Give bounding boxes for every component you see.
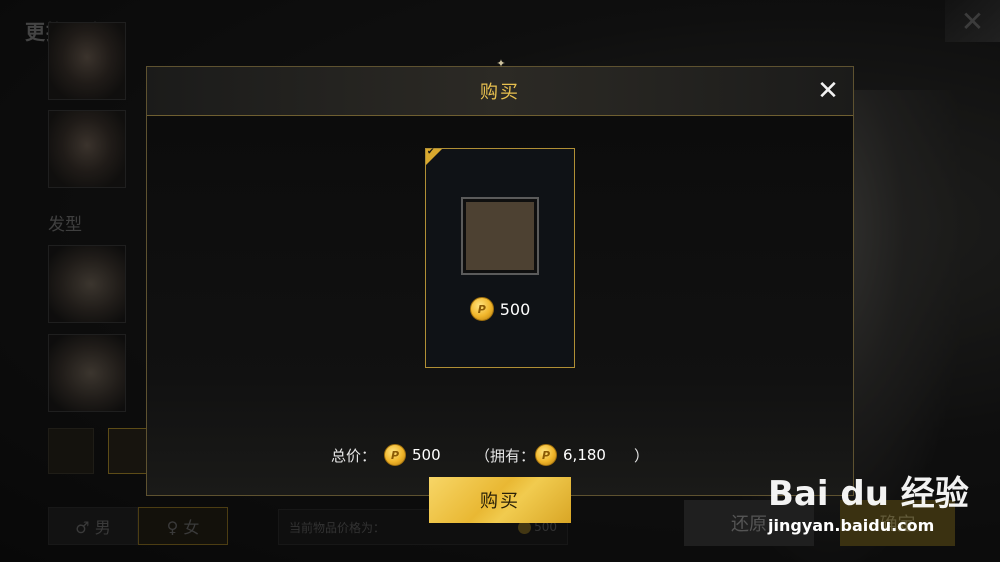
owned-label: （拥有：	[475, 446, 536, 465]
baidu-watermark: Bai du 经验 jingyan.baidu.com	[768, 456, 998, 556]
total-price-row: 总价： P 500	[331, 442, 441, 468]
buy-button[interactable]: 购买	[429, 477, 571, 523]
total-value: 500	[412, 446, 441, 464]
hair-color-swatch	[461, 197, 539, 275]
dialog-title: 购买	[480, 82, 520, 103]
dialog-body: ✔ P 500 总价： P 500 （拥有： P 6,180 ） 购买	[147, 116, 853, 523]
item-price: P 500	[426, 297, 574, 321]
owned-value: 6,180	[563, 446, 606, 464]
purchase-dialog: ✦ 购买 ✕ ✔ P 500 总价： P 500 （拥有： P 6,180 ）	[146, 58, 854, 523]
coin-icon: P	[535, 444, 558, 466]
item-card[interactable]: ✔ P 500	[425, 147, 575, 368]
watermark-logo: Bai du 经验	[768, 474, 969, 514]
total-label: 总价：	[331, 446, 377, 465]
dialog-close-icon[interactable]: ✕	[811, 74, 845, 108]
item-price-value: 500	[499, 299, 531, 319]
coin-icon: P	[384, 444, 407, 466]
owned-balance-row: （拥有： P 6,180 ）	[475, 442, 649, 468]
owned-close-paren: ）	[633, 446, 649, 465]
coin-icon: P	[469, 297, 494, 321]
swatch-fill	[466, 202, 534, 270]
dialog-header: 购买 ✕	[147, 67, 853, 116]
check-icon: ✔	[427, 147, 435, 157]
watermark-url: jingyan.baidu.com	[768, 516, 935, 535]
